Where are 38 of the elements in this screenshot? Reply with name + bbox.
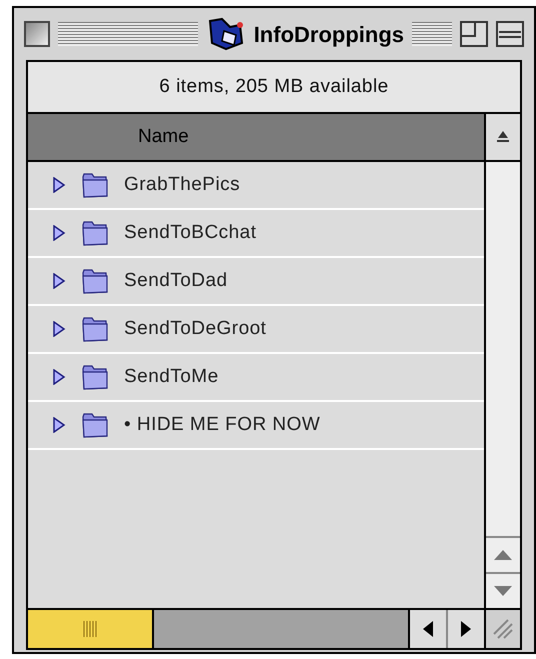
- disclosure-triangle-icon[interactable]: [52, 177, 66, 193]
- folder-row[interactable]: SendToDad: [28, 258, 484, 306]
- scroll-left-button[interactable]: [408, 610, 446, 648]
- folder-row[interactable]: SendToDeGroot: [28, 306, 484, 354]
- folder-name: • HIDE ME FOR NOW: [124, 412, 320, 437]
- folder-name: SendToDeGroot: [124, 316, 266, 341]
- resize-icon: [492, 618, 514, 640]
- resize-grip[interactable]: [484, 610, 520, 648]
- folder-row[interactable]: GrabThePics: [28, 162, 484, 210]
- folder-name: SendToDad: [124, 268, 228, 293]
- sort-icon: [496, 130, 510, 144]
- title-bar-stripes[interactable]: [412, 22, 452, 46]
- disclosure-triangle-icon[interactable]: [52, 417, 66, 433]
- column-header[interactable]: Name: [28, 114, 484, 162]
- folder-name: GrabThePics: [124, 172, 240, 197]
- up-arrow-icon: [494, 550, 512, 560]
- title-bar-stripes[interactable]: [58, 22, 198, 46]
- disclosure-triangle-icon[interactable]: [52, 225, 66, 241]
- scroll-right-button[interactable]: [446, 610, 484, 648]
- folder-name: SendToBCchat: [124, 220, 256, 245]
- disclosure-triangle-icon[interactable]: [52, 321, 66, 337]
- disclosure-triangle-icon[interactable]: [52, 273, 66, 289]
- down-arrow-icon: [494, 586, 512, 596]
- zoom-box[interactable]: [460, 21, 488, 47]
- folder-row[interactable]: • HIDE ME FOR NOW: [28, 402, 484, 450]
- close-box[interactable]: [24, 21, 50, 47]
- status-text: 6 items, 205 MB available: [159, 74, 389, 99]
- folder-row[interactable]: SendToMe: [28, 354, 484, 402]
- collapse-box[interactable]: [496, 21, 524, 47]
- folder-name: SendToMe: [124, 364, 219, 389]
- scroll-thumb[interactable]: [28, 610, 154, 648]
- sort-direction-button[interactable]: [486, 114, 520, 162]
- grip-icon: [83, 621, 97, 637]
- left-arrow-icon: [423, 621, 433, 637]
- folder-row[interactable]: SendToBCchat: [28, 210, 484, 258]
- right-arrow-icon: [461, 621, 471, 637]
- disclosure-triangle-icon[interactable]: [52, 369, 66, 385]
- window-title: InfoDroppings: [254, 20, 404, 49]
